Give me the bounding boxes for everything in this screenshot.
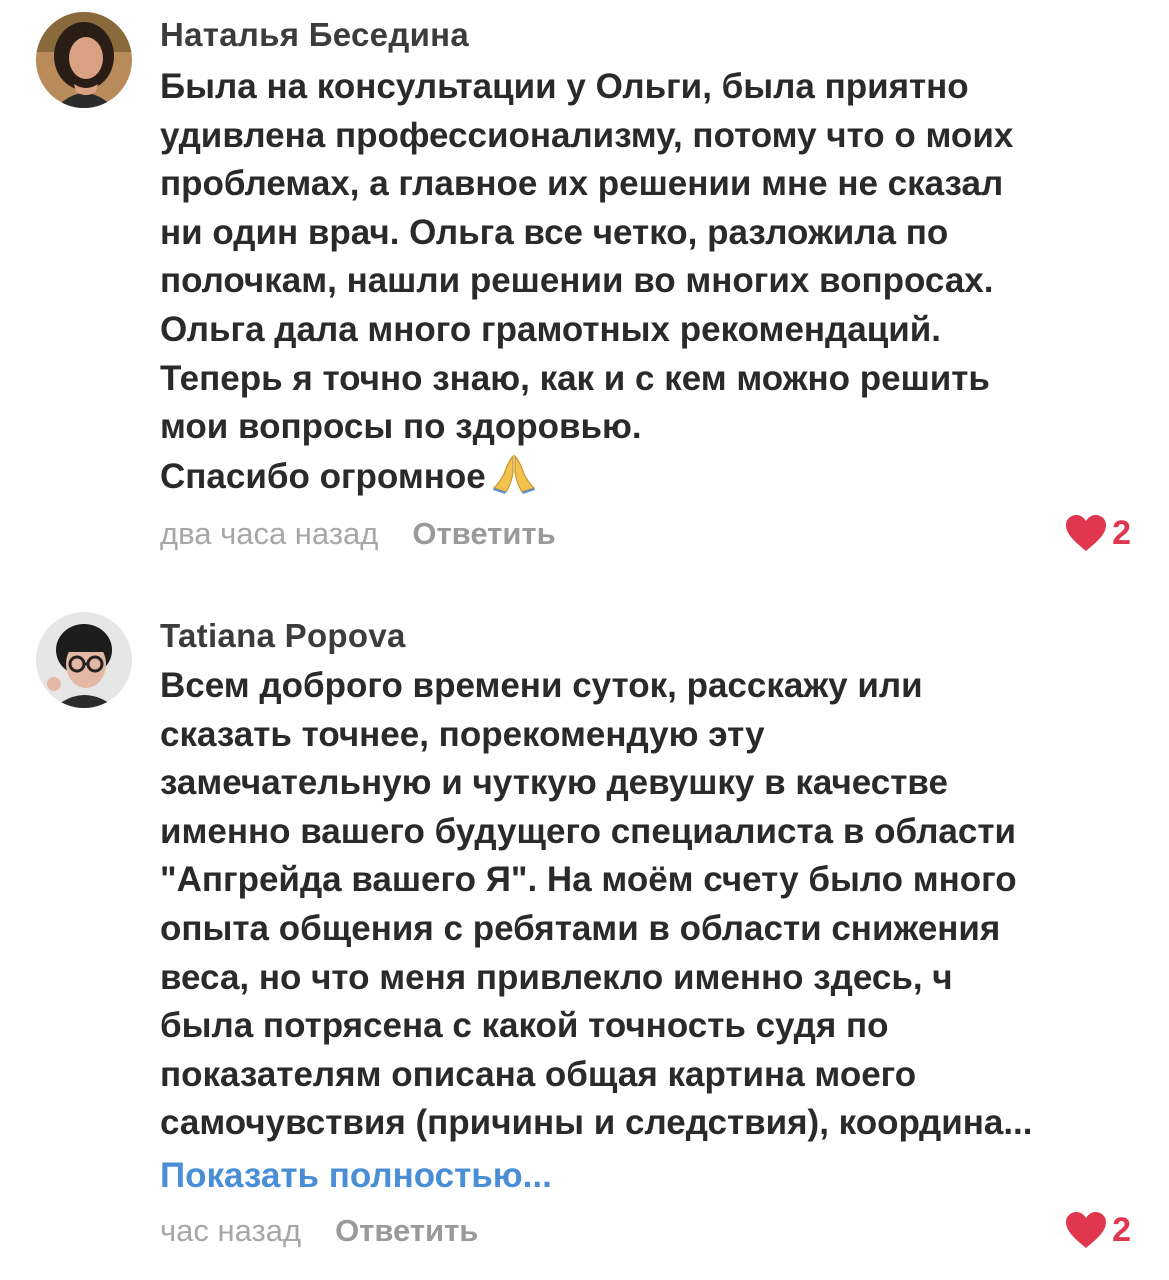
- comment-meta: два часа назад Ответить: [160, 514, 556, 554]
- avatar-photo-icon: [36, 612, 132, 708]
- comment-text-line: Была на консультации у Ольги, была прият…: [160, 67, 969, 106]
- comment-text-line: Ольга дала много грамотных рекомендаций.: [160, 309, 942, 349]
- comment-text-line: самочувствия (причины и следствия), коор…: [160, 1103, 1033, 1143]
- avatar-photo-icon: [36, 12, 132, 108]
- comment-text-line: веса, но что меня привлекло именно здесь…: [160, 957, 953, 997]
- reply-button[interactable]: Ответить: [335, 1213, 478, 1249]
- comment-text-line: именно вашего будущего специалиста в обл…: [160, 811, 1017, 851]
- avatar[interactable]: [36, 612, 132, 708]
- comment-text-line: Всем доброго времени суток, расскажу или: [160, 666, 923, 705]
- comment-text-line: мои вопросы по здоровью.: [160, 407, 642, 447]
- comment-text-line: показателям описана общая картина моего: [160, 1054, 917, 1094]
- comment-text-line: ни один врач. Ольга все четко, разложила…: [160, 212, 949, 252]
- like-button[interactable]: 2: [1064, 1210, 1131, 1250]
- like-button[interactable]: 2: [1064, 513, 1131, 553]
- comment-text-line-last: Спасибо огромное: [160, 452, 1150, 508]
- comment-text-fragment: Спасибо огромное: [160, 456, 486, 496]
- comment-text-line: удивлена профессионализму, потому что о …: [160, 115, 1014, 155]
- comment-text: Всем доброго времени суток, расскажу или…: [160, 662, 1150, 1148]
- comment-text-line: замечательную и чуткую девушку в качеств…: [160, 763, 948, 803]
- comment-text: Была на консультации у Ольги, была прият…: [160, 63, 1150, 507]
- show-more-link[interactable]: Показать полностью...: [160, 1156, 552, 1196]
- comment-meta: час назад Ответить: [160, 1211, 478, 1251]
- comment-text-line: "Апгрейда вашего Я". На моём счету было …: [160, 860, 1017, 900]
- comment-text-line: Теперь я точно знаю, как и с кем можно р…: [160, 358, 990, 398]
- comment-text-line: проблемах, а главное их решении мне не с…: [160, 164, 1004, 204]
- comment-author[interactable]: Наталья Беседина: [160, 16, 469, 54]
- like-count: 2: [1112, 513, 1131, 552]
- folded-hands-icon: [492, 452, 536, 508]
- reply-button[interactable]: Ответить: [412, 516, 555, 552]
- comment-time: два часа назад: [160, 516, 379, 551]
- comment-item: Наталья Беседина Была на консультации у …: [0, 0, 1169, 600]
- comment-text-line: опыта общения с ребятами в области сниже…: [160, 908, 1001, 948]
- heart-icon: [1066, 1212, 1107, 1248]
- comment-text-line: была потрясена с какой точность судя по: [160, 1006, 889, 1046]
- comment-item: Tatiana Popova Всем доброго времени суто…: [0, 600, 1169, 1280]
- comment-author[interactable]: Tatiana Popova: [160, 617, 406, 655]
- heart-icon: [1066, 515, 1107, 551]
- avatar[interactable]: [36, 12, 132, 108]
- comment-text-line: сказать точнее, порекомендую эту: [160, 714, 765, 754]
- like-count: 2: [1112, 1210, 1131, 1249]
- comment-text-line: полочкам, нашли решении во многих вопрос…: [160, 261, 994, 301]
- comment-time: час назад: [160, 1213, 302, 1248]
